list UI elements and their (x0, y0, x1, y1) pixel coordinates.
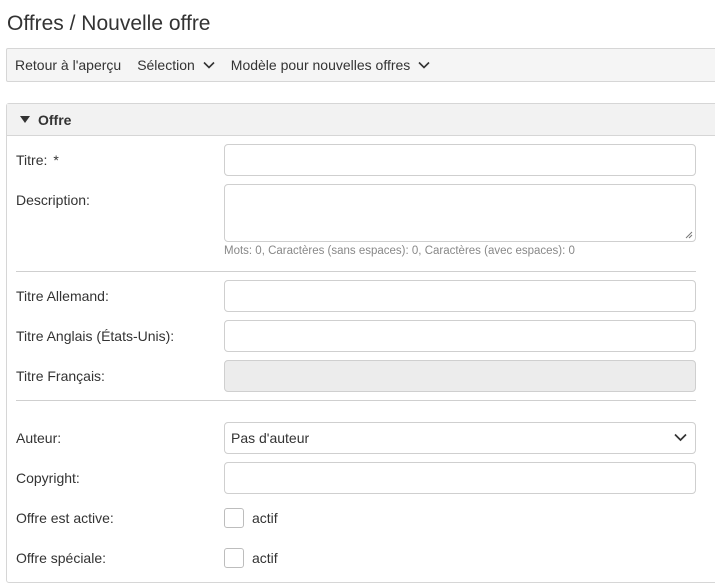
template-dropdown[interactable]: Modèle pour nouvelles offres (231, 57, 431, 73)
author-label: Auteur: (16, 430, 62, 446)
title-fr-input (224, 360, 696, 392)
divider (16, 400, 696, 401)
author-select-value: Pas d'auteur (231, 430, 310, 446)
active-checkbox[interactable] (224, 508, 244, 528)
description-label: Description: (16, 192, 90, 208)
character-counter: Mots: 0, Caractères (sans espaces): 0, C… (224, 245, 575, 257)
required-mark: * (53, 152, 59, 168)
panel-header[interactable]: Offre (7, 104, 715, 136)
title-de-label: Titre Allemand: (16, 288, 109, 304)
chevron-down-icon (418, 61, 430, 69)
template-label: Modèle pour nouvelles offres (230, 57, 411, 73)
special-checkbox-label[interactable]: actif (252, 550, 278, 566)
title-input[interactable] (224, 144, 696, 176)
description-textarea[interactable] (224, 184, 696, 242)
title-en-label: Titre Anglais (États-Unis): (16, 328, 175, 344)
chevron-down-icon (674, 433, 687, 442)
offer-panel: Offre Titre: * Description: Mots: 0, Cara… (6, 103, 715, 583)
title-fr-label: Titre Français: (16, 368, 105, 384)
resize-handle-icon[interactable] (685, 231, 693, 239)
copyright-label: Copyright: (16, 470, 80, 486)
title-en-input[interactable] (224, 320, 696, 352)
page-title: Offres / Nouvelle offre (7, 12, 211, 35)
author-select[interactable]: Pas d'auteur (224, 422, 696, 454)
title-de-input[interactable] (224, 280, 696, 312)
chevron-down-icon (203, 61, 215, 69)
selection-label: Sélection (137, 57, 195, 73)
triangle-down-icon (20, 116, 30, 123)
divider (16, 271, 696, 272)
back-to-overview-button[interactable]: Retour à l'aperçu (15, 57, 121, 73)
title-label-text: Titre: (16, 152, 48, 168)
active-checkbox-label[interactable]: actif (252, 510, 278, 526)
active-label: Offre est active: (16, 510, 114, 526)
panel-title: Offre (38, 111, 72, 128)
back-to-overview-label: Retour à l'aperçu (15, 57, 122, 73)
title-label: Titre: * (16, 152, 59, 168)
special-label: Offre spéciale: (16, 550, 107, 566)
special-checkbox[interactable] (224, 548, 244, 568)
selection-dropdown[interactable]: Sélection (137, 57, 215, 73)
toolbar: Retour à l'aperçu Sélection Modèle pour … (6, 48, 715, 82)
copyright-input[interactable] (224, 462, 696, 494)
